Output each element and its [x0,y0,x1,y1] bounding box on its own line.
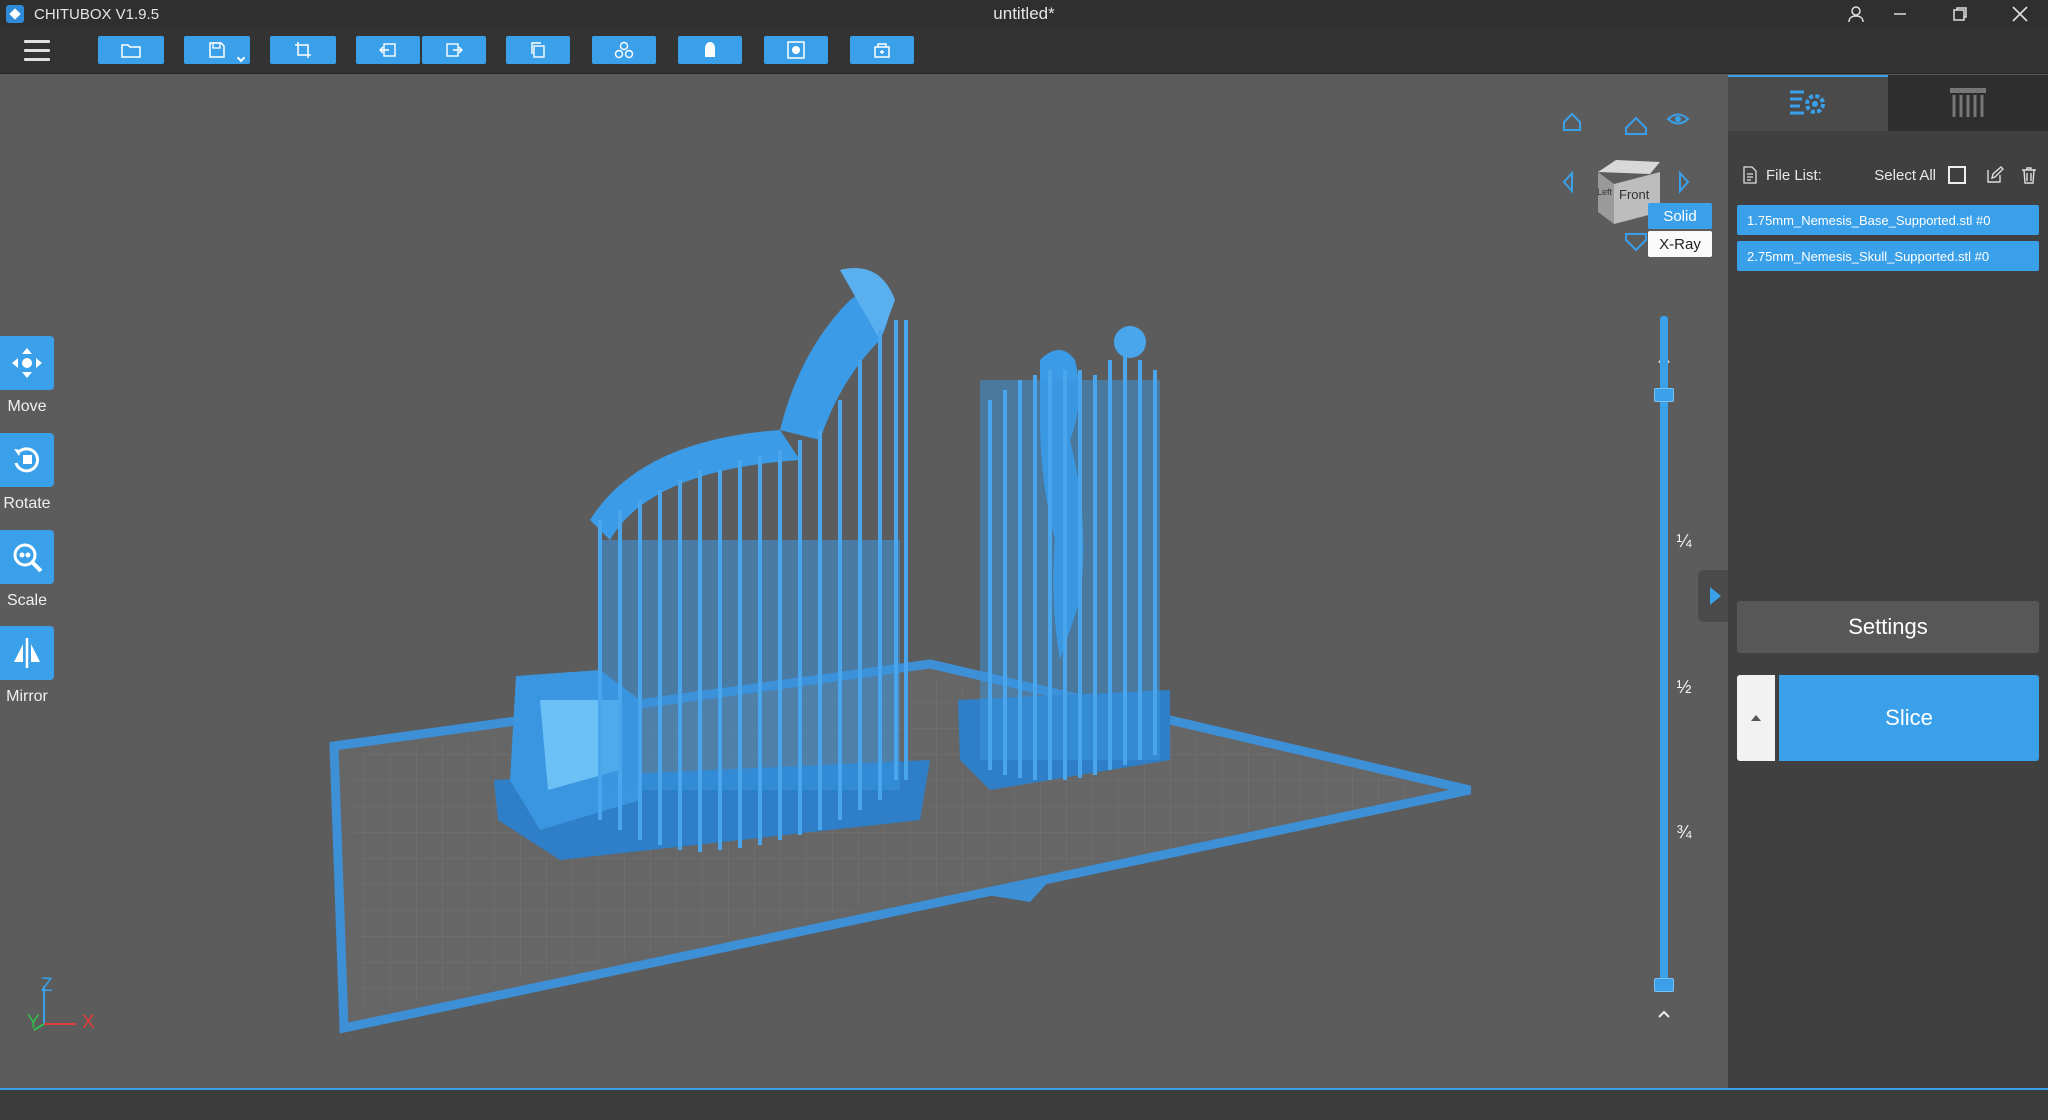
3d-viewport[interactable] [0,75,1728,1088]
build-plate-scene[interactable] [0,75,1728,1088]
move-icon [12,348,42,378]
crop-icon [295,42,311,58]
dig-icon [874,43,890,58]
undo-button[interactable] [356,36,420,64]
chevron-down-icon[interactable] [236,53,246,63]
mirror-icon [14,638,40,668]
app-logo-icon [6,5,24,23]
folder-icon [121,44,141,58]
menu-icon[interactable] [24,40,50,62]
model-nemesis-skull[interactable] [958,326,1170,790]
view-cube-front-label: Front [1619,187,1650,202]
redo-button[interactable] [422,36,486,64]
rotate-icon [14,447,40,473]
layer-mark-three-quarter: ¾ [1676,822,1692,842]
slice-control: Slice [1737,675,2039,761]
slice-button[interactable]: Slice [1779,675,2039,761]
panel-collapse-toggle[interactable] [1698,570,1728,622]
pillars-icon [1950,88,1986,117]
right-panel: File List: Select All 1.75mm_Nemesis_Bas… [1728,75,2048,1088]
support-button[interactable] [678,36,742,64]
hollow-button[interactable] [764,36,828,64]
move-label: Move [7,398,47,415]
axis-z-label: Z [41,975,53,996]
restore-icon[interactable] [1932,0,1988,28]
file-list-item[interactable]: 1.75mm_Nemesis_Base_Supported.stl #0 [1737,205,2039,235]
mirror-label: Mirror [6,688,48,705]
scale-tool[interactable]: Scale [0,530,54,610]
title-bar: CHITUBOX V1.9.5 untitled* [0,0,2048,28]
left-view-arrow-icon[interactable] [1562,170,1573,194]
layer-mark-quarter: ¼ [1676,531,1692,551]
minimize-icon[interactable] [1872,0,1928,28]
layer-slider-track[interactable] [1660,316,1668,986]
layer-slider-top-handle[interactable] [1654,388,1674,402]
save-icon [209,42,225,58]
dig-hole-button[interactable] [850,36,914,64]
view-cube-left-label: Left [1597,187,1613,197]
copy-button[interactable] [506,36,570,64]
document-title: untitled* [993,4,1055,23]
bottom-view-arrow-icon[interactable] [1625,233,1647,252]
slice-options-toggle[interactable] [1737,675,1775,761]
rotate-label: Rotate [3,495,51,512]
move-tool[interactable]: Move [0,336,54,416]
app-name: CHITUBOX V1.9.5 [34,5,160,23]
tab-supports[interactable] [1888,75,2048,131]
file-list-header: File List: Select All [1742,163,2038,187]
file-icon [1743,166,1757,184]
scale-label: Scale [6,592,48,609]
file-list-item[interactable]: 2.75mm_Nemesis_Skull_Supported.stl #0 [1737,241,2039,271]
axis-x-label: X [82,1012,95,1033]
edit-icon[interactable] [1986,166,2004,184]
support-icon [705,42,715,57]
eye-icon[interactable] [1666,113,1690,125]
rotate-tool[interactable]: Rotate [0,433,54,513]
file-list-label: File List: [1766,166,1822,184]
right-view-arrow-icon[interactable] [1679,170,1690,194]
settings-button[interactable]: Settings [1737,601,2039,653]
screenshot-button[interactable] [270,36,336,64]
solid-view-button[interactable]: Solid [1648,203,1712,229]
xray-view-button[interactable]: X-Ray [1648,231,1712,257]
scale-icon [13,543,43,573]
chevron-up-icon[interactable] [1656,1006,1672,1022]
undo-icon [379,43,396,57]
tab-print-settings[interactable] [1728,75,1888,131]
copy-icon [531,42,545,58]
layer-mark-half: ½ [1676,677,1692,697]
settings-list-icon [1790,90,1825,115]
mirror-tool[interactable]: Mirror [0,626,54,706]
top-view-arrow-icon[interactable] [1625,116,1647,135]
status-bar [0,1088,2048,1120]
select-all-checkbox[interactable] [1948,166,1966,184]
trash-icon[interactable] [2020,166,2038,184]
save-button[interactable] [184,36,250,64]
axis-y-label: Y [27,1012,40,1033]
home-view-icon[interactable] [1563,112,1581,131]
hollow-icon [787,41,805,59]
redo-icon [446,43,463,57]
select-all-label: Select All [1874,166,1936,184]
arrange-button[interactable] [592,36,656,64]
layer-slider-bottom-handle[interactable] [1654,978,1674,992]
main-toolbar [0,28,2048,74]
close-icon[interactable] [1992,0,2048,28]
open-file-button[interactable] [98,36,164,64]
arrange-icon [614,41,634,59]
model-nemesis-base[interactable] [494,268,930,860]
